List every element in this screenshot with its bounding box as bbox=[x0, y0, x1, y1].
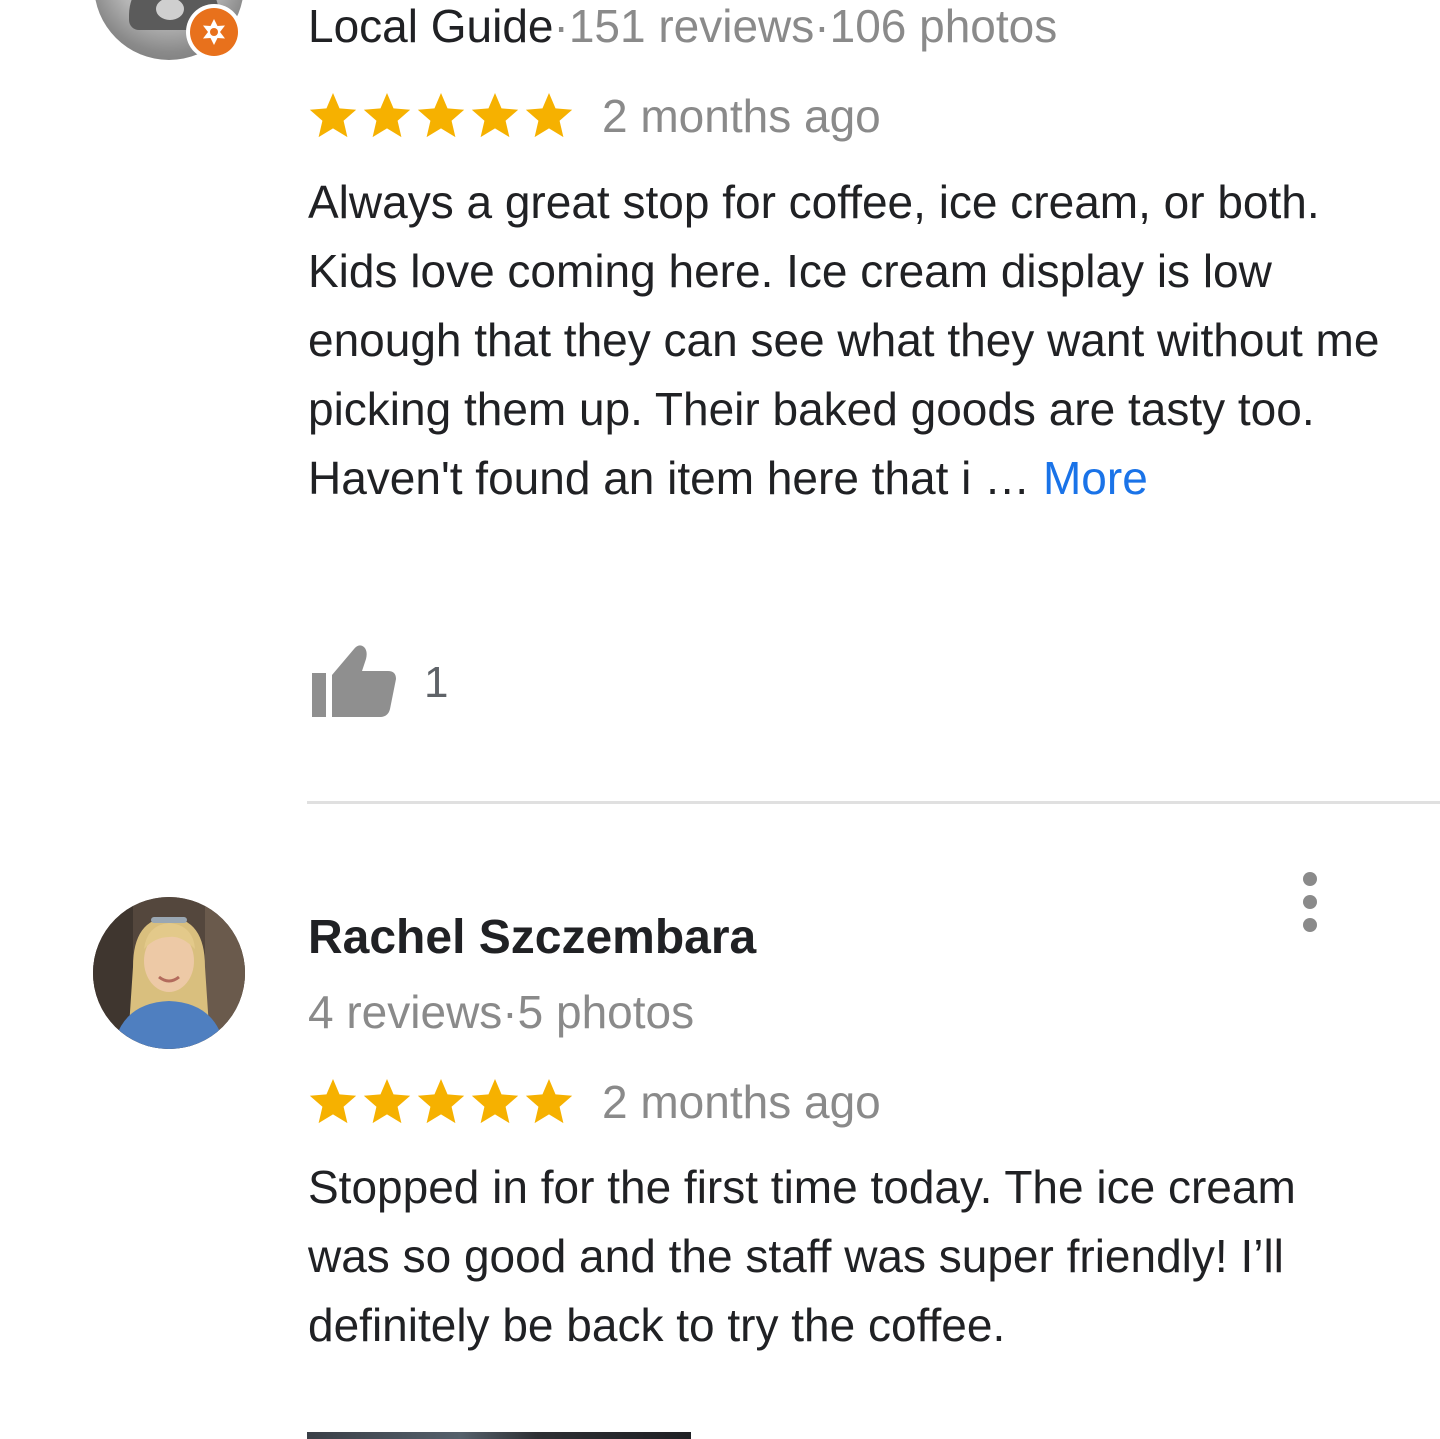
rating-row: 2 months ago bbox=[306, 86, 881, 146]
meta-separator: · bbox=[814, 0, 830, 52]
menu-dot bbox=[1303, 895, 1317, 909]
more-link[interactable]: More bbox=[1043, 452, 1148, 504]
star-icon bbox=[309, 93, 357, 138]
thumbs-up-icon[interactable] bbox=[310, 641, 398, 726]
reviews-count: 4 reviews bbox=[308, 986, 503, 1038]
star-icon bbox=[363, 93, 411, 138]
reviews-page: Local Guide·151 reviews·106 photos 2 mon… bbox=[0, 0, 1440, 1439]
local-guide-badge-icon bbox=[186, 4, 242, 60]
review-text: Always a great stop for coffee, ice crea… bbox=[308, 168, 1388, 513]
photos-count: 5 photos bbox=[517, 986, 695, 1038]
review-body: Always a great stop for coffee, ice crea… bbox=[308, 176, 1380, 504]
menu-dot bbox=[1303, 918, 1317, 932]
meta-separator: · bbox=[502, 986, 518, 1038]
more-vert-icon[interactable] bbox=[1288, 872, 1332, 932]
star-icon bbox=[525, 1079, 573, 1124]
star-rating bbox=[306, 89, 576, 143]
avatar-image bbox=[93, 897, 245, 1049]
star-icon bbox=[309, 1079, 357, 1124]
star-icon bbox=[417, 1079, 465, 1124]
review-date: 2 months ago bbox=[602, 90, 881, 142]
star-rating bbox=[306, 1075, 576, 1129]
reviewer-meta: 4 reviews·5 photos bbox=[308, 984, 694, 1040]
review-photo[interactable] bbox=[307, 1432, 691, 1439]
star-icon bbox=[471, 93, 519, 138]
review-date: 2 months ago bbox=[602, 1076, 881, 1128]
menu-dot bbox=[1303, 872, 1317, 886]
photos-count: 106 photos bbox=[829, 0, 1058, 52]
rating-row: 2 months ago bbox=[306, 1072, 881, 1132]
star-icon bbox=[363, 1079, 411, 1124]
reviewer-avatar[interactable] bbox=[93, 897, 245, 1049]
reviewer-name[interactable]: Rachel Szczembara bbox=[308, 910, 756, 966]
review-text: Stopped in for the first time today. The… bbox=[308, 1153, 1388, 1360]
like-row: 1 bbox=[310, 643, 448, 723]
local-guide-label: Local Guide bbox=[308, 0, 554, 52]
reviewer-meta: Local Guide·151 reviews·106 photos bbox=[308, 0, 1057, 52]
review-body: Stopped in for the first time today. The… bbox=[308, 1161, 1296, 1351]
divider bbox=[307, 801, 1440, 804]
star-icon bbox=[525, 93, 573, 138]
reviews-count: 151 reviews bbox=[568, 0, 815, 52]
star-icon bbox=[417, 93, 465, 138]
like-count: 1 bbox=[424, 658, 449, 707]
meta-separator: · bbox=[553, 0, 569, 52]
star-icon bbox=[471, 1079, 519, 1124]
